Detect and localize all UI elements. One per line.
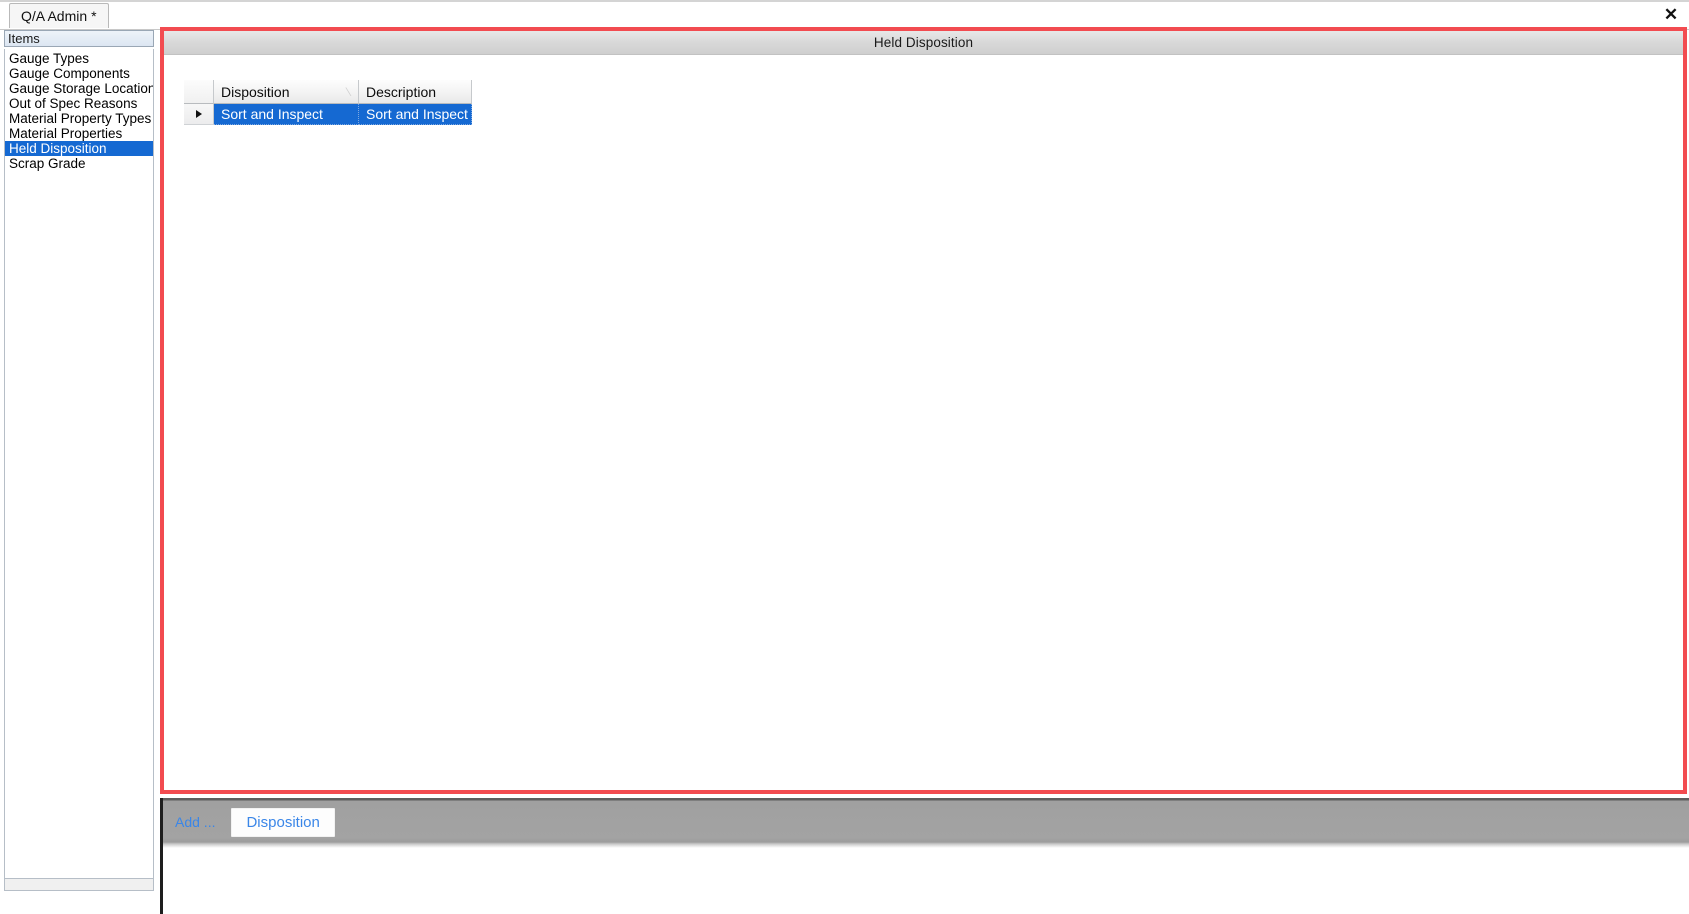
close-icon[interactable]: ✕	[1659, 2, 1683, 26]
panel-titlebar: Held Disposition	[164, 31, 1683, 55]
main-panel: Held Disposition Disposition ⁄ Descripti…	[160, 27, 1687, 794]
grid-corner-cell[interactable]	[184, 80, 214, 104]
bottom-toolbar: Add ... Disposition	[160, 798, 1689, 914]
tab-strip-top-edge	[0, 0, 1689, 2]
sidebar-item-gauge-components[interactable]: Gauge Components	[5, 66, 153, 81]
sidebar-item-out-of-spec-reasons[interactable]: Out of Spec Reasons	[5, 96, 153, 111]
current-row-arrow-icon	[195, 110, 202, 118]
grid-column-header-description[interactable]: Description	[359, 80, 472, 104]
grid-header-row: Disposition ⁄ Description	[184, 80, 472, 104]
sidebar: Items Gauge Types Gauge Components Gauge…	[2, 30, 158, 912]
tab-dirty-indicator: *	[91, 8, 97, 24]
grid-column-header-description-label: Description	[366, 83, 437, 100]
sidebar-item-material-property-types[interactable]: Material Property Types	[5, 111, 153, 126]
table-row[interactable]: Sort and Inspect Sort and Inspect	[184, 104, 472, 125]
sidebar-item-held-disposition[interactable]: Held Disposition	[5, 141, 153, 156]
disposition-data-grid[interactable]: Disposition ⁄ Description Sort and Inspe…	[184, 80, 472, 125]
sidebar-footer-strip	[4, 879, 154, 891]
sidebar-item-gauge-types[interactable]: Gauge Types	[5, 51, 153, 66]
add-disposition-button[interactable]: Disposition	[231, 807, 335, 837]
grid-column-header-disposition-label: Disposition	[221, 83, 290, 100]
sort-ascending-icon: ⁄	[346, 85, 349, 99]
row-selector-cell[interactable]	[184, 104, 214, 125]
grid-column-header-disposition[interactable]: Disposition ⁄	[214, 80, 359, 104]
cell-description[interactable]: Sort and Inspect	[359, 104, 472, 125]
tab-label: Q/A Admin	[21, 8, 88, 24]
sidebar-header: Items	[4, 30, 154, 47]
add-label: Add ...	[175, 814, 216, 830]
cell-disposition[interactable]: Sort and Inspect	[214, 104, 359, 125]
tab-qa-admin[interactable]: Q/A Admin *	[9, 3, 109, 28]
sidebar-item-gauge-storage-locations[interactable]: Gauge Storage Locations	[5, 81, 153, 96]
toolbar-content: Add ... Disposition	[163, 801, 1689, 843]
sidebar-header-label: Items	[8, 31, 40, 46]
tab-strip: Q/A Admin * ✕	[0, 0, 1689, 30]
sidebar-item-scrap-grade[interactable]: Scrap Grade	[5, 156, 153, 171]
sidebar-item-list[interactable]: Gauge Types Gauge Components Gauge Stora…	[4, 49, 154, 879]
page-title: Held Disposition	[873, 35, 974, 50]
panel-body: Disposition ⁄ Description Sort and Inspe…	[164, 56, 1683, 790]
sidebar-item-material-properties[interactable]: Material Properties	[5, 126, 153, 141]
